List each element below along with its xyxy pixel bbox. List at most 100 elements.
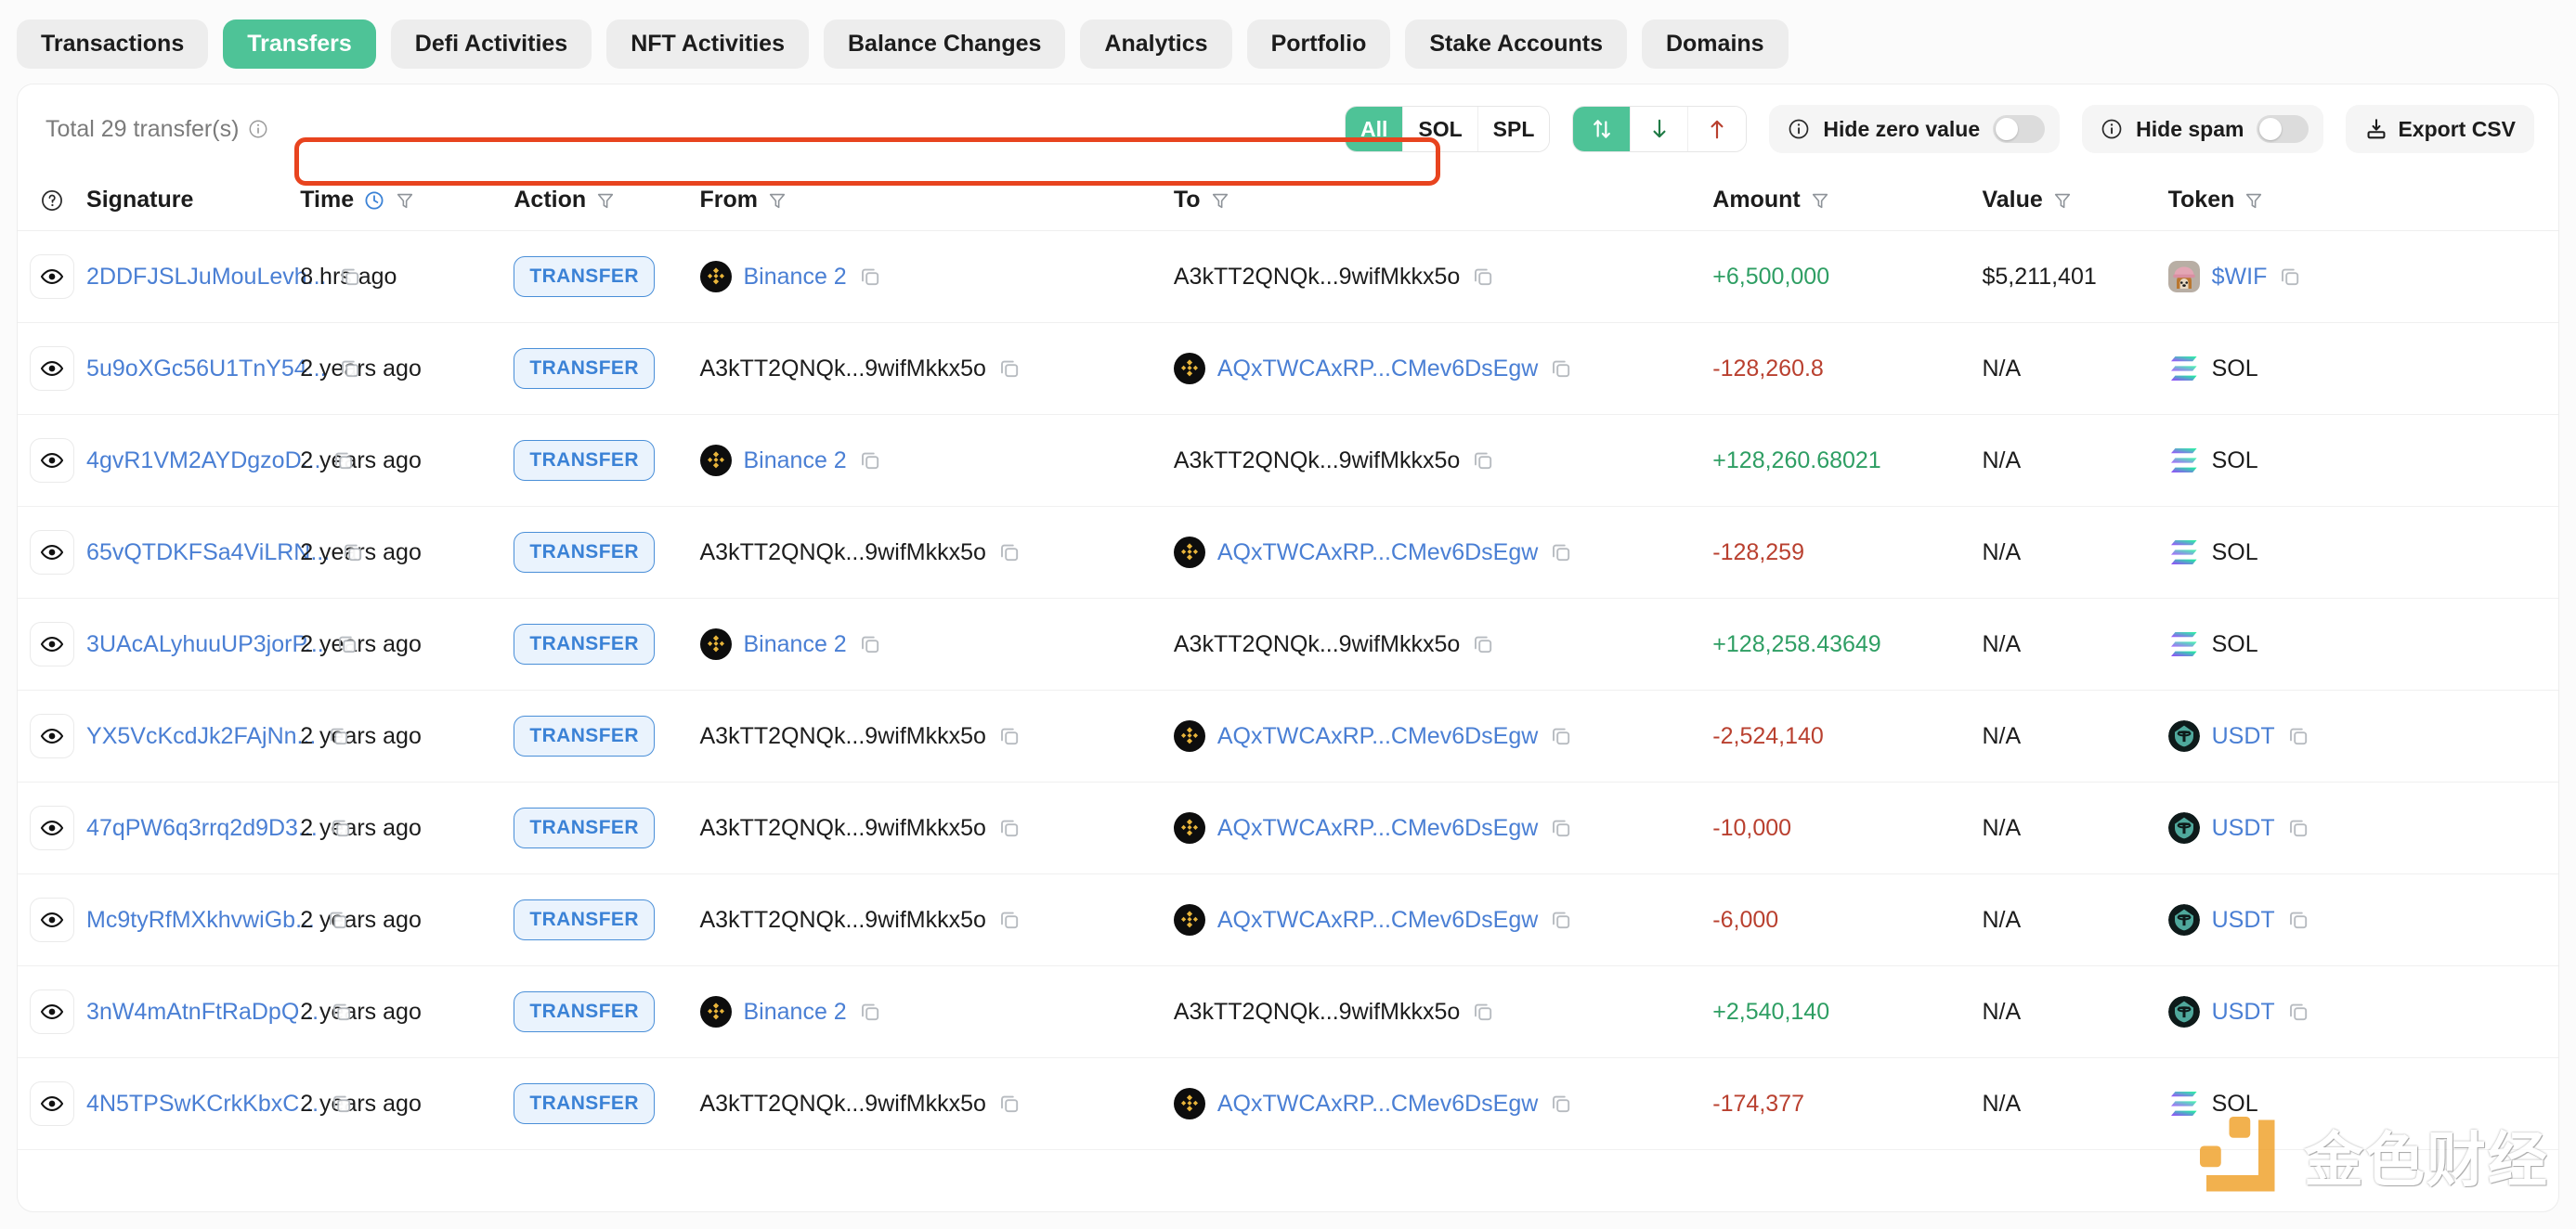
view-row-button[interactable] [30, 1081, 75, 1126]
tab-domains[interactable]: Domains [1641, 19, 1789, 69]
signature-link[interactable]: 65vQTDKFSa4ViLRN... [86, 539, 330, 566]
signature-link[interactable]: 47qPW6q3rrq2d9D3... [86, 815, 318, 842]
from-address[interactable]: Binance 2 [744, 631, 847, 658]
copy-icon[interactable] [1550, 541, 1572, 563]
copy-icon[interactable] [327, 909, 349, 931]
copy-icon[interactable] [1550, 817, 1572, 839]
to-address[interactable]: AQxTWCAxRP...CMev6DsEgw [1217, 356, 1538, 382]
tab-portfolio[interactable]: Portfolio [1246, 19, 1391, 69]
sort-updown-button[interactable] [1573, 107, 1632, 151]
to-address[interactable]: AQxTWCAxRP...CMev6DsEgw [1217, 907, 1538, 934]
signature-link[interactable]: YX5VcKcdJk2FAjNn... [86, 723, 316, 750]
table-row[interactable]: 2DDFJSLJuMouLevh... 8 hrs ago TRANSFER Bina… [18, 230, 2558, 323]
tab-nft-activities[interactable]: NFT Activities [606, 19, 809, 69]
copy-icon[interactable] [2279, 265, 2301, 288]
copy-icon[interactable] [1472, 265, 1494, 288]
copy-icon[interactable] [1550, 357, 1572, 380]
table-row[interactable]: 4gvR1VM2AYDgzoD... 2 years ago TRANSFER Bin… [18, 414, 2558, 507]
copy-icon[interactable] [332, 449, 355, 472]
copy-icon[interactable] [998, 1093, 1021, 1115]
view-row-button[interactable] [30, 714, 75, 758]
copy-icon[interactable] [331, 1001, 353, 1023]
table-row[interactable]: 3nW4mAtnFtRaDpQ... 2 years ago TRANSFER Bin… [18, 965, 2558, 1058]
tab-transactions[interactable]: Transactions [17, 19, 209, 69]
copy-icon[interactable] [1550, 1093, 1572, 1115]
view-row-button[interactable] [30, 990, 75, 1034]
signature-link[interactable]: 3nW4mAtnFtRaDpQ... [86, 999, 319, 1026]
to-address[interactable]: AQxTWCAxRP...CMev6DsEgw [1217, 815, 1538, 842]
to-address[interactable]: AQxTWCAxRP...CMev6DsEgw [1217, 539, 1538, 566]
copy-icon[interactable] [998, 817, 1021, 839]
copy-icon[interactable] [1550, 909, 1572, 931]
table-row[interactable]: 3UAcALyhuuUP3jorP... 2 years ago TRANSFER B… [18, 598, 2558, 691]
action-badge[interactable]: TRANSFER [514, 808, 655, 848]
table-row[interactable]: YX5VcKcdJk2FAjNn... 2 years ago TRANSFER A3… [18, 690, 2558, 783]
tab-balance-changes[interactable]: Balance Changes [823, 19, 1066, 69]
view-row-button[interactable] [30, 254, 75, 299]
hide-zero-value-switch[interactable] [1993, 115, 2046, 143]
tab-defi-activities[interactable]: Defi Activities [390, 19, 592, 69]
copy-icon[interactable] [330, 817, 352, 839]
action-badge[interactable]: TRANSFER [514, 624, 655, 665]
copy-icon[interactable] [859, 265, 881, 288]
view-row-button[interactable] [30, 806, 75, 850]
info-circle-icon[interactable] [248, 119, 268, 139]
signature-link[interactable]: 4N5TPSwKCrkKbxC... [86, 1091, 319, 1118]
clock-icon[interactable] [363, 189, 385, 212]
action-badge[interactable]: TRANSFER [514, 991, 655, 1032]
signature-link[interactable]: 3UAcALyhuuUP3jorP... [86, 631, 324, 658]
copy-icon[interactable] [1472, 449, 1494, 472]
copy-icon[interactable] [998, 541, 1021, 563]
filter-icon[interactable] [1810, 190, 1830, 211]
copy-icon[interactable] [2287, 1001, 2309, 1023]
view-row-button[interactable] [30, 622, 75, 666]
table-row[interactable]: Mc9tyRfMXkhvwiGb... 2 years ago TRANSFER A3… [18, 873, 2558, 966]
copy-icon[interactable] [2287, 817, 2309, 839]
view-row-button[interactable] [30, 898, 75, 942]
copy-icon[interactable] [998, 909, 1021, 931]
help-circle-icon[interactable] [40, 188, 64, 213]
table-row[interactable]: 47qPW6q3rrq2d9D3... 2 years ago TRANSFER A3… [18, 782, 2558, 874]
copy-icon[interactable] [998, 725, 1021, 747]
copy-icon[interactable] [336, 633, 358, 655]
copy-icon[interactable] [2287, 909, 2309, 931]
action-badge[interactable]: TRANSFER [514, 716, 655, 757]
sort-descending-button[interactable] [1631, 107, 1689, 151]
signature-link[interactable]: 5u9oXGc56U1TnY54... [86, 356, 327, 382]
copy-icon[interactable] [328, 725, 350, 747]
filter-icon[interactable] [2244, 190, 2264, 211]
table-row[interactable]: 4N5TPSwKCrkKbxC... 2 years ago TRANSFER A3k… [18, 1057, 2558, 1150]
to-address[interactable]: AQxTWCAxRP...CMev6DsEgw [1217, 723, 1538, 750]
from-address[interactable]: Binance 2 [744, 999, 847, 1026]
from-address[interactable]: Binance 2 [744, 264, 847, 291]
action-badge[interactable]: TRANSFER [514, 256, 655, 297]
to-address[interactable]: AQxTWCAxRP...CMev6DsEgw [1217, 1091, 1538, 1118]
tab-analytics[interactable]: Analytics [1080, 19, 1232, 69]
table-row[interactable]: 5u9oXGc56U1TnY54... 2 years ago TRANSFER A3… [18, 322, 2558, 415]
copy-icon[interactable] [342, 541, 364, 563]
copy-icon[interactable] [1550, 725, 1572, 747]
from-address[interactable]: Binance 2 [744, 447, 847, 474]
action-badge[interactable]: TRANSFER [514, 440, 655, 481]
copy-icon[interactable] [1472, 633, 1494, 655]
action-badge[interactable]: TRANSFER [514, 1083, 655, 1124]
token-filter-all[interactable]: All [1346, 107, 1404, 151]
filter-icon[interactable] [395, 190, 415, 211]
filter-icon[interactable] [767, 190, 787, 211]
token-filter-sol[interactable]: SOL [1403, 107, 1478, 151]
export-csv-button[interactable]: Export CSV [2346, 105, 2534, 153]
copy-icon[interactable] [2287, 725, 2309, 747]
table-row[interactable]: 65vQTDKFSa4ViLRN... 2 years ago TRANSFER A3… [18, 506, 2558, 599]
tab-transfers[interactable]: Transfers [223, 19, 376, 69]
view-row-button[interactable] [30, 530, 75, 575]
signature-link[interactable]: 4gvR1VM2AYDgzoD... [86, 447, 320, 474]
sort-ascending-button[interactable] [1688, 107, 1747, 151]
action-badge[interactable]: TRANSFER [514, 348, 655, 389]
copy-icon[interactable] [339, 357, 361, 380]
tab-stake-accounts[interactable]: Stake Accounts [1405, 19, 1627, 69]
signature-link[interactable]: Mc9tyRfMXkhvwiGb... [86, 907, 315, 934]
token-symbol[interactable]: USDT [2212, 815, 2275, 842]
signature-link[interactable]: 2DDFJSLJuMouLevh... [86, 264, 326, 291]
token-symbol[interactable]: USDT [2212, 907, 2275, 934]
hide-spam-switch[interactable] [2257, 115, 2309, 143]
